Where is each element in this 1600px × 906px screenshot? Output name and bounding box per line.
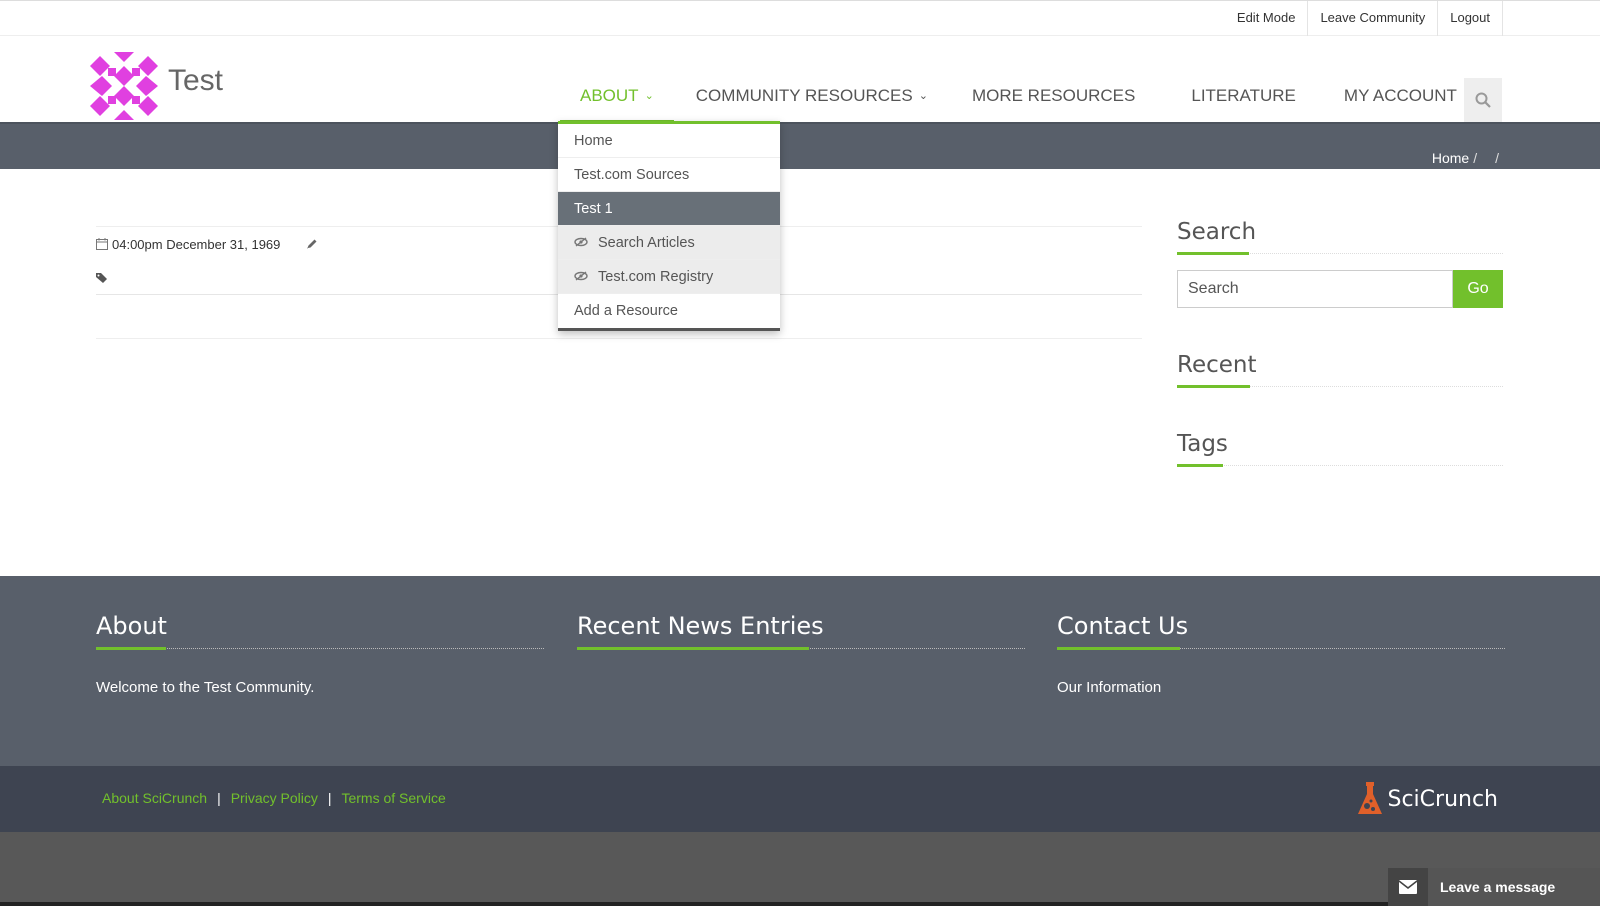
footer-news: Recent News Entries [577,612,1025,650]
link-separator: | [217,790,221,806]
eye-slash-icon [574,260,588,294]
heading-underline [1057,647,1180,650]
page-bottom [0,832,1600,906]
community-logo[interactable] [90,52,158,120]
footer-about: About Welcome to the Test Community. [96,612,544,696]
scicrunch-wordmark: SciCrunch [1387,786,1498,812]
chevron-down-icon: ⌄ [644,90,654,102]
flask-icon [1358,782,1383,814]
nav-about-label: ABOUT [580,86,639,105]
sidebar-search-heading: Search [1177,219,1503,255]
menu-item-test-1[interactable]: Test 1 [558,192,780,226]
footer-about-title: About [96,612,167,640]
utility-links: Edit Mode Leave Community Logout [1225,1,1503,36]
community-name[interactable]: Test [168,64,223,98]
menu-item-search-articles-label: Search Articles [598,235,695,251]
go-button[interactable]: Go [1453,270,1503,308]
pencil-icon[interactable] [306,238,318,250]
tags-icon [96,272,107,283]
sidebar-search-title: Search [1177,219,1257,245]
sidebar-search-form: Search Go [1177,270,1503,308]
privacy-policy-link[interactable]: Privacy Policy [231,790,318,806]
link-separator: | [327,790,332,806]
menu-item-add-resource[interactable]: Add a Resource [558,294,780,328]
edit-mode-link[interactable]: Edit Mode [1225,1,1308,36]
heading-underline [1177,464,1223,467]
nav-my-account-label: MY ACCOUNT [1343,86,1457,105]
nav-literature-label: LITERATURE [1191,86,1296,105]
main-nav: ABOUT ⌄ COMMUNITY RESOURCES ⌄ MORE RESOURC… [560,76,1492,122]
nav-search-button[interactable] [1464,78,1502,122]
about-scicrunch-link[interactable]: About SciCrunch [102,790,207,806]
footer-news-title: Recent News Entries [577,612,824,640]
logout-link[interactable]: Logout [1437,1,1503,36]
footer-about-text: Welcome to the Test Community. [96,679,315,696]
site-header: Test ABOUT ⌄ COMMUNITY RESOURCES ⌄ MORE RE… [0,36,1600,122]
chevron-down-icon: ⌄ [918,90,928,102]
footer-contact-title: Contact Us [1057,612,1189,640]
menu-item-sources[interactable]: Test.com Sources [558,158,780,192]
leave-community-link[interactable]: Leave Community [1307,1,1437,36]
chat-widget[interactable]: Leave a message [1388,868,1600,906]
nav-community-resources[interactable]: COMMUNITY RESOURCES ⌄ [674,76,948,122]
scicrunch-logo[interactable]: SciCrunch [1357,782,1498,816]
post-date: 04:00pm December 31, 1969 [112,236,281,252]
nav-more-resources[interactable]: MORE RESOURCES [948,76,1163,122]
main-content: 04:00pm December 31, 1969 Search Search … [0,169,1600,576]
about-dropdown-menu: Home Test.com Sources Test 1 Search Arti… [558,121,780,331]
breadcrumb: Home / / [1432,150,1505,166]
nav-about[interactable]: ABOUT ⌄ [560,76,674,122]
footer-contact-heading: Contact Us [1057,612,1505,650]
breadcrumb-band: Home / / [0,122,1600,169]
footer-links: About SciCrunch | Privacy Policy | Terms of … [102,790,446,806]
heading-underline [96,647,166,650]
top-utility-bar: Edit Mode Leave Community Logout [0,0,1600,36]
sidebar-tags-heading: Tags [1177,431,1503,467]
menu-item-registry-label: Test.com Registry [598,269,714,285]
terms-of-service-link[interactable]: Terms of Service [341,790,445,806]
menu-item-registry[interactable]: Test.com Registry [558,260,780,294]
calendar-icon [96,238,108,250]
sidebar-recent-heading: Recent [1177,352,1503,388]
nav-literature[interactable]: LITERATURE [1163,76,1324,122]
footer-contact: Contact Us Our Information [1057,612,1505,696]
nav-community-resources-label: COMMUNITY RESOURCES [695,86,913,105]
menu-item-home[interactable]: Home [558,124,780,158]
chat-label: Leave a message [1440,879,1556,895]
footer-news-heading: Recent News Entries [577,612,1025,650]
heading-underline [1177,385,1250,388]
footer: About Welcome to the Test Community. Rec… [0,576,1600,766]
heading-underline [577,647,809,650]
footer-about-heading: About [96,612,544,650]
bottom-edge [0,902,1600,906]
menu-item-search-articles[interactable]: Search Articles [558,226,780,260]
sidebar-recent-title: Recent [1177,352,1257,378]
nav-more-resources-label: MORE RESOURCES [971,86,1136,105]
sidebar: Search Search Go Recent Tags [1177,219,1503,482]
breadcrumb-separator: / [1473,150,1478,166]
footer-contact-link[interactable]: Our Information [1057,679,1505,696]
sidebar-tags-title: Tags [1177,431,1228,457]
breadcrumb-separator: / [1495,150,1499,166]
envelope-icon [1388,868,1428,906]
heading-underline [1177,252,1249,255]
sidebar-search-input[interactable]: Search [1177,270,1453,308]
eye-slash-icon [574,226,588,260]
search-icon [1475,92,1491,108]
breadcrumb-home[interactable]: Home [1432,150,1469,166]
copyright-bar: About SciCrunch | Privacy Policy | Terms of … [0,766,1600,832]
